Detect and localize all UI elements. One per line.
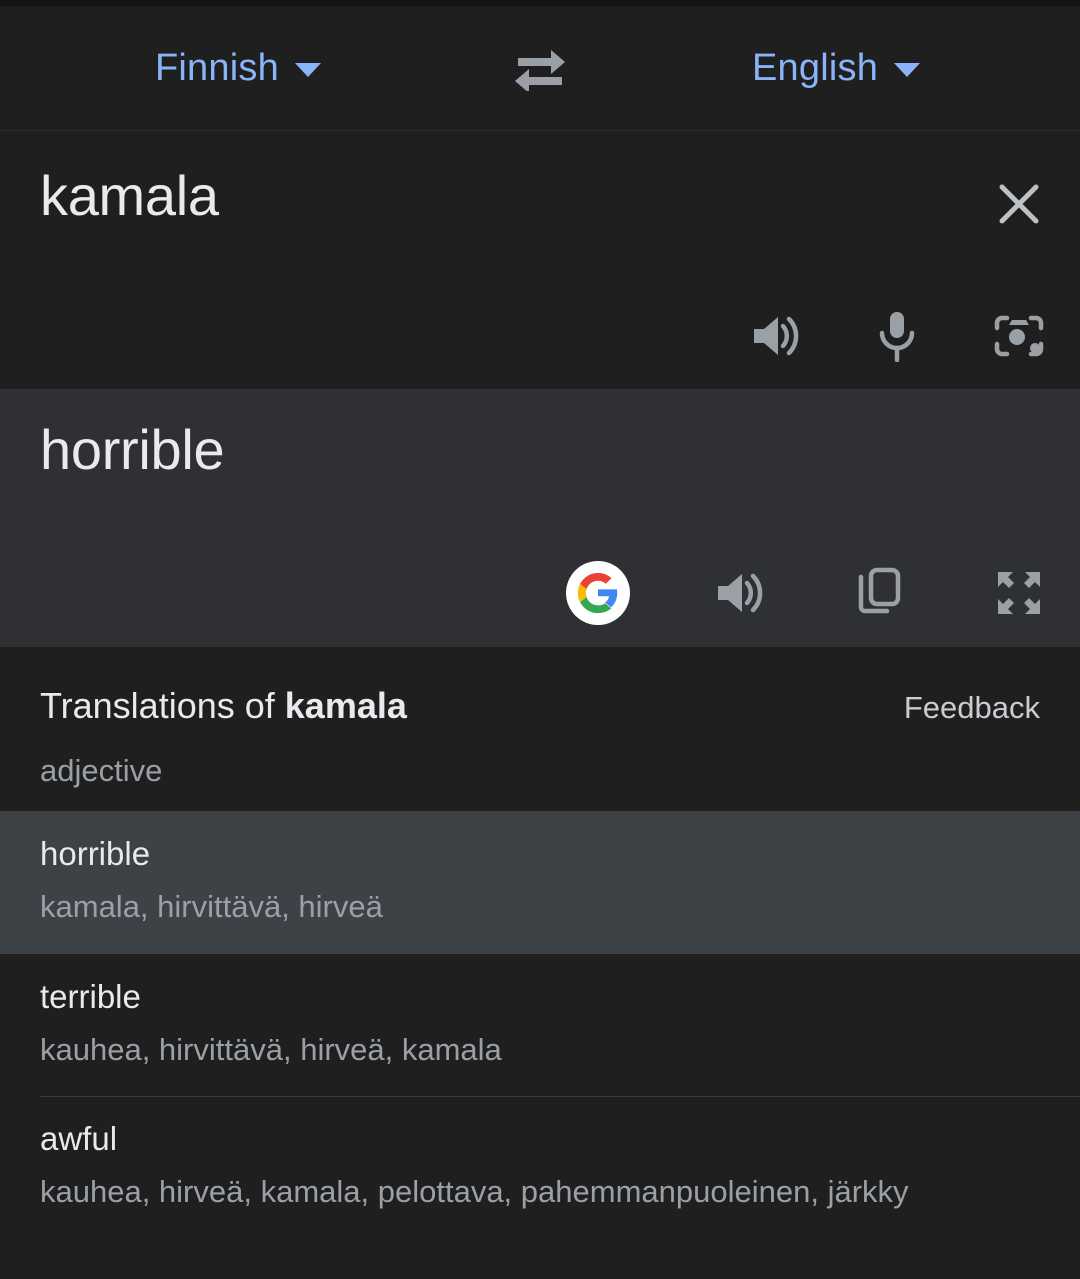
translation-term: horrible [40, 835, 151, 872]
clear-source-button[interactable] [988, 173, 1050, 235]
source-camera-button[interactable] [988, 305, 1050, 367]
chevron-down-icon [894, 63, 921, 77]
source-text-panel[interactable]: kamala [0, 131, 1080, 389]
target-listen-button[interactable] [708, 562, 770, 624]
translated-text: horrible [40, 418, 225, 481]
source-language-button[interactable]: Finnish [155, 47, 321, 90]
microphone-icon [879, 312, 915, 362]
fullscreen-icon [998, 572, 1040, 614]
swap-languages-button[interactable] [505, 33, 575, 103]
translation-row[interactable]: awful kauhea, hirveä, kamala, pelottava,… [0, 1096, 1080, 1239]
camera-lens-icon [994, 315, 1044, 357]
target-language-label: English [752, 46, 879, 89]
copy-icon [858, 567, 901, 614]
source-language-label: Finnish [155, 46, 279, 89]
translations-title-prefix: Translations of [40, 685, 285, 726]
speaker-icon [718, 573, 763, 613]
swap-horizontal-icon [515, 50, 565, 91]
translations-title-term: kamala [284, 685, 407, 726]
translation-back-translations: kauhea, hirvittävä, hirveä, kamala [40, 1031, 502, 1067]
translations-section: Translations of kamala Feedback adjectiv… [0, 647, 1080, 1279]
google-logo-icon [577, 572, 618, 614]
copy-translation-button[interactable] [848, 562, 910, 624]
translation-row[interactable]: terrible kauhea, hirvittävä, hirveä, kam… [0, 954, 1080, 1097]
translations-header: Translations of kamala Feedback [0, 647, 1080, 727]
target-language-button[interactable]: English [752, 46, 921, 90]
translation-row[interactable]: horrible kamala, hirvittävä, hirveä [0, 811, 1080, 954]
chevron-down-icon [294, 63, 321, 77]
translate-app: Finnish English kamala horrible Translat… [0, 0, 1080, 1279]
expand-translation-button[interactable] [988, 562, 1050, 624]
translation-back-translations: kauhea, hirveä, kamala, pelottava, pahem… [40, 1174, 909, 1210]
target-actions [566, 561, 1050, 625]
translation-term: awful [40, 1120, 118, 1158]
source-microphone-button[interactable] [866, 305, 928, 367]
speaker-icon [754, 316, 799, 356]
google-search-button[interactable] [566, 561, 630, 625]
translation-term: terrible [40, 977, 141, 1015]
target-text-panel: horrible [0, 389, 1080, 647]
source-actions [744, 305, 1050, 367]
language-selector-bar: Finnish English [0, 6, 1080, 131]
source-listen-button[interactable] [744, 305, 806, 367]
feedback-link[interactable]: Feedback [904, 690, 1040, 726]
part-of-speech-label: adjective [40, 753, 163, 788]
translation-back-translations: kamala, hirvittävä, hirveä [40, 888, 383, 924]
source-text-input[interactable]: kamala [40, 163, 219, 228]
translations-title: Translations of kamala [40, 685, 407, 727]
close-icon [999, 184, 1039, 224]
